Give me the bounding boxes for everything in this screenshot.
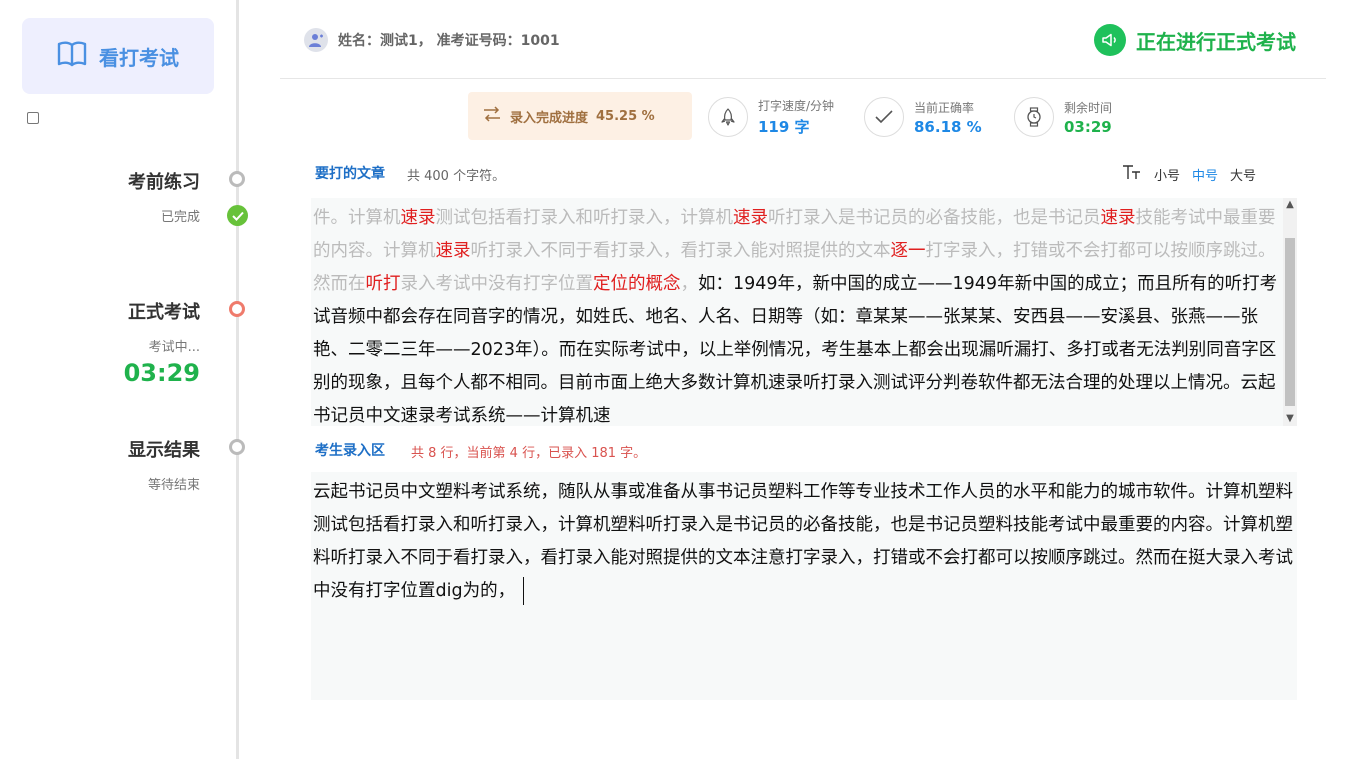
timeline-node-practice	[229, 171, 245, 187]
article-segment: 件。计算机	[313, 208, 401, 228]
scroll-up-icon[interactable]: ▲	[1283, 198, 1297, 212]
font-size-small-button[interactable]: 小号	[1154, 165, 1180, 184]
article-title: 要打的文章	[315, 166, 385, 182]
font-size-icon	[1122, 164, 1142, 184]
article-segment: 听打录入是书记员的必备技能，也是书记员	[768, 208, 1101, 228]
step-result: 显示结果 等待结束	[128, 436, 200, 493]
exam-status: 正在进行正式考试	[1094, 24, 1296, 56]
exam-status-text: 正在进行正式考试	[1136, 29, 1296, 54]
progress-card: 录入完成进度 45.25 %	[468, 92, 692, 140]
input-title: 考生录入区	[315, 443, 385, 459]
progress-value: 45.25 %	[596, 108, 655, 124]
user-icon	[304, 28, 328, 52]
rocket-icon	[708, 97, 748, 137]
time-label: 剩余时间	[1064, 100, 1113, 115]
font-size-control: 小号 中号 大号	[1122, 164, 1256, 184]
article-segment: 速录	[400, 208, 436, 228]
article-segment: 速录	[1100, 208, 1136, 228]
check-icon	[227, 205, 248, 226]
article-segment: ，	[680, 274, 699, 294]
brand-title: 看打考试	[99, 45, 179, 70]
timeline-node-exam	[229, 301, 245, 317]
article-segment: 听打	[365, 274, 401, 294]
step-practice-status: 已完成	[160, 210, 200, 225]
book-icon	[57, 41, 87, 71]
time-value: 03:29	[1064, 117, 1112, 136]
timeline-node-result	[229, 439, 245, 455]
article-box[interactable]: 件。计算机速录测试包括看打录入和听打录入，计算机速录听打录入是书记员的必备技能，…	[311, 198, 1297, 426]
accuracy-value: 86.18 %	[914, 117, 982, 136]
user-info: 姓名：测试1， 准考证号码：1001	[304, 28, 560, 52]
article-segment: 测试包括看打录入和听打录入，计算机	[435, 208, 734, 228]
time-stat: 剩余时间 03:29	[1014, 97, 1112, 137]
article-segment: 定位的概念	[593, 274, 681, 294]
font-size-large-button[interactable]: 大号	[1230, 165, 1256, 184]
step-result-title: 显示结果	[128, 440, 200, 461]
text-caret	[523, 577, 525, 605]
scroll-down-icon[interactable]: ▼	[1283, 412, 1297, 426]
accuracy-label: 当前正确率	[914, 100, 975, 115]
article-segment: 如：1949年，新中国的成立——1949年新中国的成立；而且所有的听打考试音频中…	[313, 274, 1278, 426]
input-note: 共 8 行，当前第 4 行，已录入 181 字。	[411, 446, 647, 461]
accuracy-stat: 当前正确率 86.18 %	[864, 97, 982, 137]
article-text: 件。计算机速录测试包括看打录入和听打录入，计算机速录听打录入是书记员的必备技能，…	[311, 198, 1283, 426]
progress-label: 录入完成进度	[510, 110, 589, 126]
article-segment: 速录	[435, 241, 471, 261]
speed-value: 119 字	[758, 118, 810, 136]
article-segment: 录入考试中没有打字位置	[400, 274, 594, 294]
typing-input-content: 云起书记员中文塑料考试系统，随队从事或准备从事书记员塑料工作等专业技术工作人员的…	[313, 476, 1293, 608]
sidebar-checkbox[interactable]	[27, 112, 39, 124]
step-practice: 考前练习 已完成	[128, 168, 200, 225]
transfer-icon	[482, 106, 502, 126]
user-info-text: 姓名：测试1， 准考证号码：1001	[338, 33, 560, 49]
speed-label: 打字速度/分钟	[758, 99, 835, 113]
typing-input-text: 云起书记员中文塑料考试系统，随队从事或准备从事书记员塑料工作等专业技术工作人员的…	[313, 482, 1293, 601]
speaker-icon	[1094, 24, 1126, 56]
scroll-thumb[interactable]	[1285, 238, 1295, 406]
typing-input-area[interactable]: 云起书记员中文塑料考试系统，随队从事或准备从事书记员塑料工作等专业技术工作人员的…	[311, 472, 1297, 700]
step-exam: 正式考试 考试中... 03:29	[124, 298, 200, 387]
article-scrollbar[interactable]: ▲ ▼	[1283, 198, 1297, 426]
article-note: 共 400 个字符。	[407, 169, 506, 184]
watch-icon	[1014, 97, 1054, 137]
step-exam-status: 考试中...	[148, 340, 200, 355]
brand[interactable]: 看打考试	[22, 18, 214, 94]
speed-stat: 打字速度/分钟 119 字	[708, 97, 834, 137]
step-practice-title: 考前练习	[128, 172, 200, 193]
step-exam-timer: 03:29	[123, 359, 200, 387]
step-result-status: 等待结束	[147, 478, 200, 493]
timeline-line	[236, 0, 239, 759]
article-segment: 听打录入不同于看打录入，看打录入能对照提供的文本	[470, 241, 891, 261]
article-segment: 逐一	[890, 241, 926, 261]
article-segment: 速录	[733, 208, 768, 228]
header: 姓名：测试1， 准考证号码：1001 正在进行正式考试	[280, 0, 1326, 79]
font-size-medium-button[interactable]: 中号	[1192, 165, 1218, 184]
checkmark-icon	[864, 97, 904, 137]
sidebar: 看打考试 考前练习 已完成 正式考试 考试中... 03:29 显示结果 等待结…	[0, 0, 248, 759]
step-exam-title: 正式考试	[128, 302, 200, 323]
